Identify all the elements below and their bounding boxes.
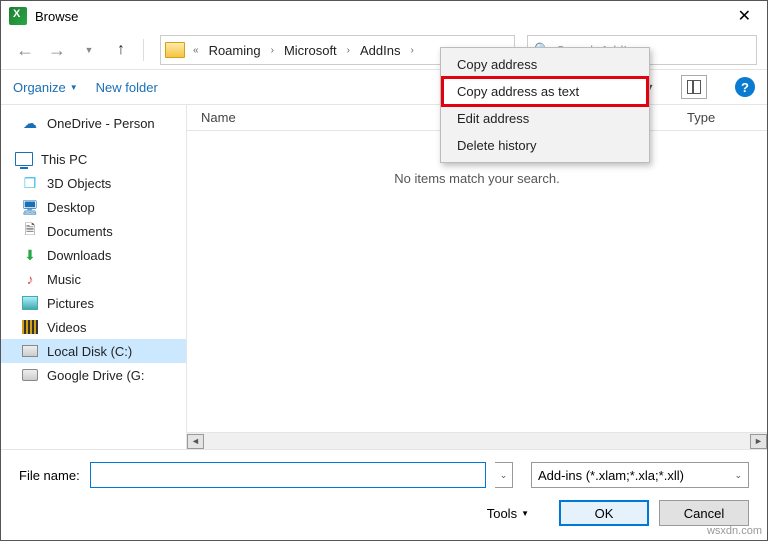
filename-dropdown[interactable]: ⌄	[495, 462, 513, 488]
scroll-track[interactable]	[204, 434, 750, 449]
download-icon: ⬇	[21, 247, 39, 263]
help-button[interactable]: ?	[735, 77, 755, 97]
menu-edit-address[interactable]: Edit address	[443, 105, 647, 132]
sidebar-item-desktop[interactable]: 🖥 Desktop	[1, 195, 186, 219]
scroll-left-button[interactable]: ◄	[187, 434, 204, 449]
sidebar-item-googledrive[interactable]: Google Drive (G:	[1, 363, 186, 387]
sidebar-item-documents[interactable]: 🗎 Documents	[1, 219, 186, 243]
sidebar-item-music[interactable]: ♪ Music	[1, 267, 186, 291]
column-type[interactable]: Type	[687, 110, 767, 125]
breadcrumb-addins[interactable]: AddIns	[358, 41, 402, 60]
chevron-left-icon: «	[193, 45, 199, 56]
sidebar-item-label: Pictures	[47, 296, 94, 311]
drive-icon	[21, 367, 39, 383]
sidebar-item-label: This PC	[41, 152, 87, 167]
sidebar-item-label: OneDrive - Person	[47, 116, 155, 131]
file-list[interactable]: No items match your search.	[187, 131, 767, 432]
tools-label: Tools	[487, 506, 517, 521]
sidebar-item-label: Google Drive (G:	[47, 368, 145, 383]
sidebar-item-label: Downloads	[47, 248, 111, 263]
chevron-right-icon: ›	[271, 45, 274, 56]
pictures-icon	[21, 295, 39, 311]
filename-row: File name: ⌄ Add-ins (*.xlam;*.xla;*.xll…	[19, 462, 749, 488]
sidebar-item-videos[interactable]: Videos	[1, 315, 186, 339]
sidebar-item-downloads[interactable]: ⬇ Downloads	[1, 243, 186, 267]
disk-icon	[21, 343, 39, 359]
address-context-menu: Copy address Copy address as text Edit a…	[440, 47, 650, 163]
sidebar-item-3dobjects[interactable]: ❒ 3D Objects	[1, 171, 186, 195]
breadcrumb-microsoft[interactable]: Microsoft	[282, 41, 339, 60]
window-title: Browse	[35, 9, 730, 24]
separator	[143, 39, 144, 61]
breadcrumb-roaming[interactable]: Roaming	[207, 41, 263, 60]
filetype-select[interactable]: Add-ins (*.xlam;*.xla;*.xll) ⌄	[531, 462, 749, 488]
cube-icon: ❒	[21, 175, 39, 191]
excel-icon	[9, 7, 27, 25]
buttons-row: Tools ▼ OK Cancel	[19, 500, 749, 526]
organize-button[interactable]: Organize ▼	[13, 80, 78, 95]
cancel-label: Cancel	[684, 506, 724, 521]
sidebar-item-label: Desktop	[47, 200, 95, 215]
filename-input[interactable]	[90, 462, 486, 488]
chevron-right-icon: ›	[347, 45, 350, 56]
body-area: ☁ OneDrive - Person This PC ❒ 3D Objects…	[1, 105, 767, 449]
sidebar-item-thispc[interactable]: This PC	[1, 147, 186, 171]
up-button[interactable]: ↑	[107, 36, 135, 64]
sidebar-item-label: Local Disk (C:)	[47, 344, 132, 359]
horizontal-scrollbar[interactable]: ◄ ►	[187, 432, 767, 449]
preview-pane-button[interactable]	[681, 75, 707, 99]
cloud-icon: ☁	[21, 115, 39, 131]
pc-icon	[15, 151, 33, 167]
menu-delete-history[interactable]: Delete history	[443, 132, 647, 159]
navbar: ← → ▼ ↑ « Roaming › Microsoft › AddIns ›…	[1, 31, 767, 69]
menu-copy-address[interactable]: Copy address	[443, 51, 647, 78]
music-icon: ♪	[21, 271, 39, 287]
toolbar: Organize ▼ New folder ▼ ?	[1, 69, 767, 105]
back-button[interactable]: ←	[11, 36, 39, 64]
watermark: wsxdn.com	[707, 525, 762, 537]
close-button[interactable]: ✕	[730, 6, 759, 26]
videos-icon	[21, 319, 39, 335]
chevron-down-icon: ▼	[70, 83, 78, 92]
chevron-right-icon: ›	[411, 45, 414, 56]
organize-label: Organize	[13, 80, 66, 95]
preview-icon	[687, 80, 701, 94]
empty-message: No items match your search.	[394, 171, 559, 186]
chevron-down-icon: ▼	[521, 509, 529, 518]
folder-icon	[165, 42, 185, 58]
cancel-button[interactable]: Cancel	[659, 500, 749, 526]
titlebar: Browse ✕	[1, 1, 767, 31]
sidebar-item-label: Music	[47, 272, 81, 287]
new-folder-label: New folder	[96, 80, 158, 95]
tools-button[interactable]: Tools ▼	[487, 506, 529, 521]
chevron-down-icon: ⌄	[734, 470, 742, 481]
document-icon: 🗎	[21, 223, 39, 239]
bottom-panel: File name: ⌄ Add-ins (*.xlam;*.xla;*.xll…	[1, 449, 767, 540]
desktop-icon: 🖥	[21, 199, 39, 215]
sidebar: ☁ OneDrive - Person This PC ❒ 3D Objects…	[1, 105, 187, 449]
sidebar-item-label: Videos	[47, 320, 87, 335]
recent-dropdown[interactable]: ▼	[75, 36, 103, 64]
filename-label: File name:	[19, 468, 80, 483]
menu-copy-address-as-text[interactable]: Copy address as text	[443, 78, 647, 105]
sidebar-item-onedrive[interactable]: ☁ OneDrive - Person	[1, 111, 186, 135]
browse-dialog: Browse ✕ ← → ▼ ↑ « Roaming › Microsoft ›…	[0, 0, 768, 541]
sidebar-item-localdisk[interactable]: Local Disk (C:)	[1, 339, 186, 363]
sidebar-item-label: Documents	[47, 224, 113, 239]
ok-button[interactable]: OK	[559, 500, 649, 526]
forward-button[interactable]: →	[43, 36, 71, 64]
sidebar-item-pictures[interactable]: Pictures	[1, 291, 186, 315]
scroll-right-button[interactable]: ►	[750, 434, 767, 449]
ok-label: OK	[595, 506, 614, 521]
sidebar-item-label: 3D Objects	[47, 176, 111, 191]
new-folder-button[interactable]: New folder	[96, 80, 158, 95]
filetype-label: Add-ins (*.xlam;*.xla;*.xll)	[538, 468, 684, 483]
